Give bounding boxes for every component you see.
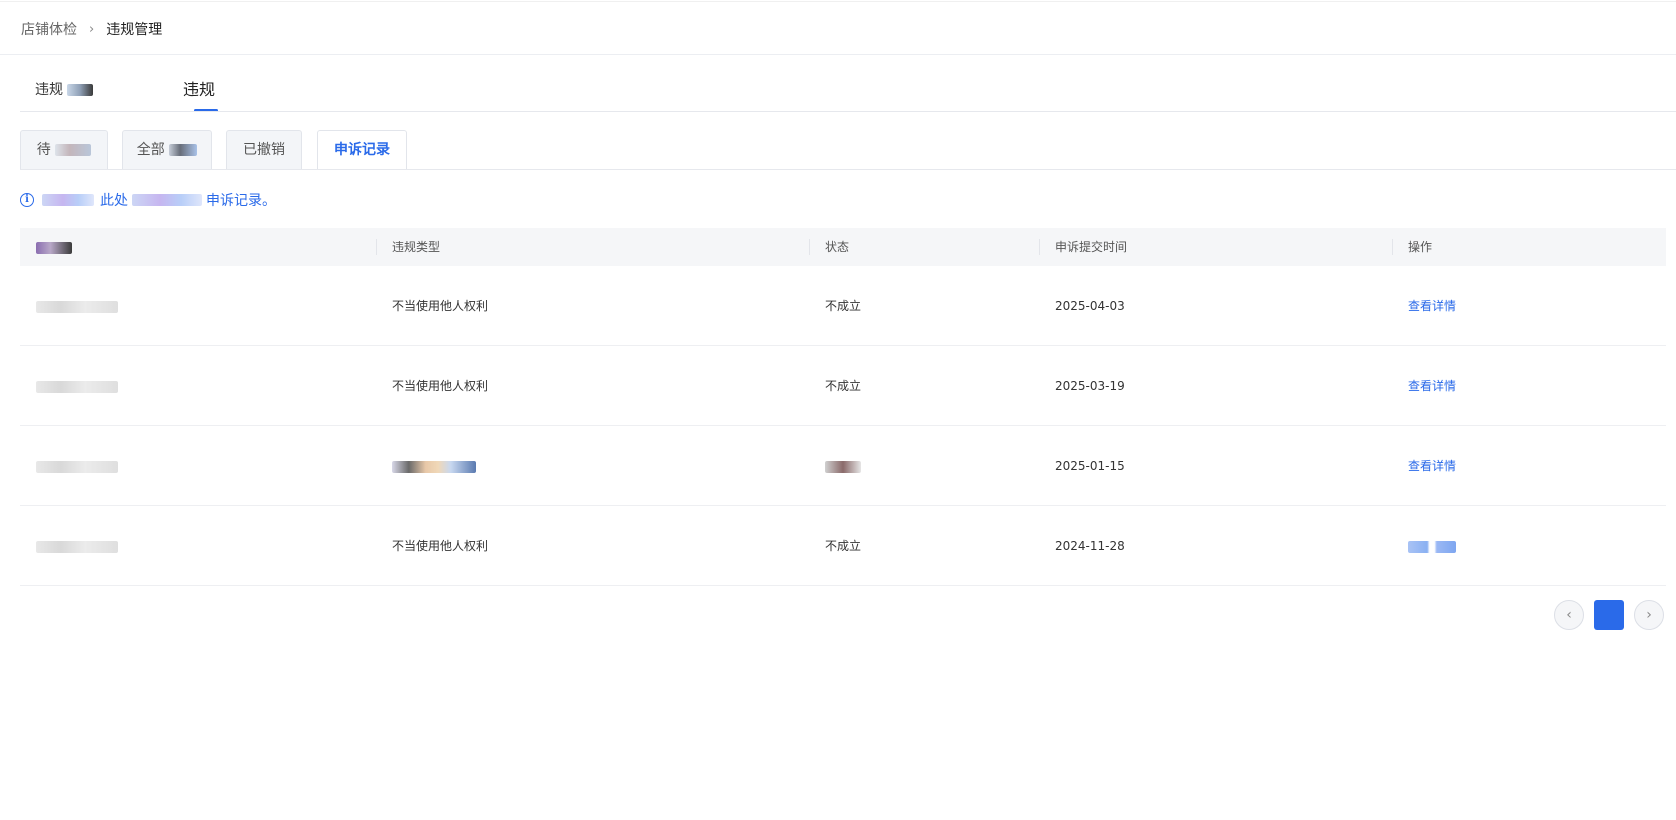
pagination: ‹ ›: [1554, 600, 1664, 630]
top-divider: [0, 1, 1676, 2]
table-row: 不当使用他人权利 不成立 2024-11-28: [20, 506, 1666, 586]
subtabs-divider: [20, 169, 1676, 170]
redacted-text: [36, 460, 118, 473]
redacted-text: [36, 300, 118, 313]
column-header-status: 状态: [809, 228, 1039, 266]
subtab-label: 申诉记录: [334, 142, 390, 158]
cell-date: 2025-04-03: [1055, 299, 1125, 313]
table-header: 违规类型 状态 申诉提交时间 操作: [20, 228, 1666, 266]
subtab-appeal-records[interactable]: 申诉记录: [317, 130, 407, 170]
view-details-link[interactable]: 查看详情: [1392, 426, 1456, 506]
cell-id: [20, 266, 118, 346]
redacted-text: [169, 144, 198, 156]
notice-text: 此处: [100, 193, 128, 209]
current-page-button[interactable]: [1594, 600, 1624, 630]
redacted-text: [36, 380, 118, 393]
info-notice: i 此处 申诉记录。: [20, 190, 276, 210]
subtab-label: 已撤销: [243, 142, 285, 158]
breadcrumb-shop-checkup[interactable]: 店铺体检: [21, 19, 77, 39]
redacted-text: [67, 84, 94, 96]
notice-text-tail: 申诉记录。: [206, 193, 276, 209]
table-row: 不当使用他人权利 不成立 2025-04-03 查看详情: [20, 266, 1666, 346]
view-details-link[interactable]: [1392, 506, 1456, 586]
tab-label: 违规: [183, 80, 216, 99]
subtab-label: 待: [36, 142, 51, 158]
redacted-text: [42, 194, 94, 206]
cell-status: [809, 426, 861, 506]
cell-date: 2025-03-19: [1055, 379, 1125, 393]
cell-type: 不当使用他人权利: [392, 299, 489, 313]
view-details-link[interactable]: 查看详情: [1392, 266, 1456, 346]
cell-type: 不当使用他人权利: [392, 379, 489, 393]
column-header-id: [20, 228, 376, 266]
cell-date: 2025-01-15: [1055, 459, 1125, 473]
redacted-text: [392, 460, 476, 473]
header-divider: [0, 54, 1676, 55]
tab-violations[interactable]: 违规: [35, 78, 94, 112]
info-icon: i: [20, 193, 34, 207]
column-header-type: 违规类型: [376, 228, 809, 266]
prev-page-button[interactable]: ‹: [1554, 600, 1584, 630]
subtab-pending[interactable]: 待: [20, 130, 108, 170]
table-row: 2025-01-15 查看详情: [20, 426, 1666, 506]
table-row: 不当使用他人权利 不成立 2025-03-19 查看详情: [20, 346, 1666, 426]
next-page-button[interactable]: ›: [1634, 600, 1664, 630]
cell-id: [20, 346, 118, 426]
appeal-records-table: 违规类型 状态 申诉提交时间 操作 不当使用他人权利 不成立 2025-04-0…: [20, 228, 1666, 586]
breadcrumb-current: 违规管理: [106, 22, 163, 38]
tab-violations-active[interactable]: 违规: [183, 78, 218, 112]
redacted-text: [36, 241, 72, 254]
cell-date: 2024-11-28: [1055, 539, 1125, 553]
chevron-right-icon: ›: [89, 21, 95, 37]
subtab-all[interactable]: 全部: [122, 130, 212, 170]
redacted-text: [1408, 540, 1456, 553]
cell-id: [20, 506, 118, 586]
redacted-text: [55, 144, 92, 156]
cell-type: 不当使用他人权利: [392, 539, 489, 553]
tabs-divider: [20, 111, 1676, 112]
breadcrumb: 店铺体检 › 违规管理: [21, 18, 162, 40]
redacted-text: [132, 194, 202, 206]
view-details-link[interactable]: 查看详情: [1392, 346, 1456, 426]
cell-id: [20, 426, 118, 506]
cell-status: 不成立: [825, 299, 862, 313]
cell-type: [376, 426, 476, 506]
redacted-text: [36, 540, 118, 553]
column-header-action: 操作: [1392, 228, 1666, 266]
column-header-date: 申诉提交时间: [1039, 228, 1392, 266]
cell-status: 不成立: [825, 539, 862, 553]
subtab-revoked[interactable]: 已撤销: [226, 130, 302, 170]
tab-label: 违规: [35, 82, 63, 98]
cell-status: 不成立: [825, 379, 862, 393]
redacted-text: [825, 460, 861, 473]
page: 店铺体检 › 违规管理 违规 违规 待 全部 已撤销 申诉记录 i 此处 申诉记…: [0, 0, 1676, 820]
subtab-label: 全部: [136, 142, 165, 158]
